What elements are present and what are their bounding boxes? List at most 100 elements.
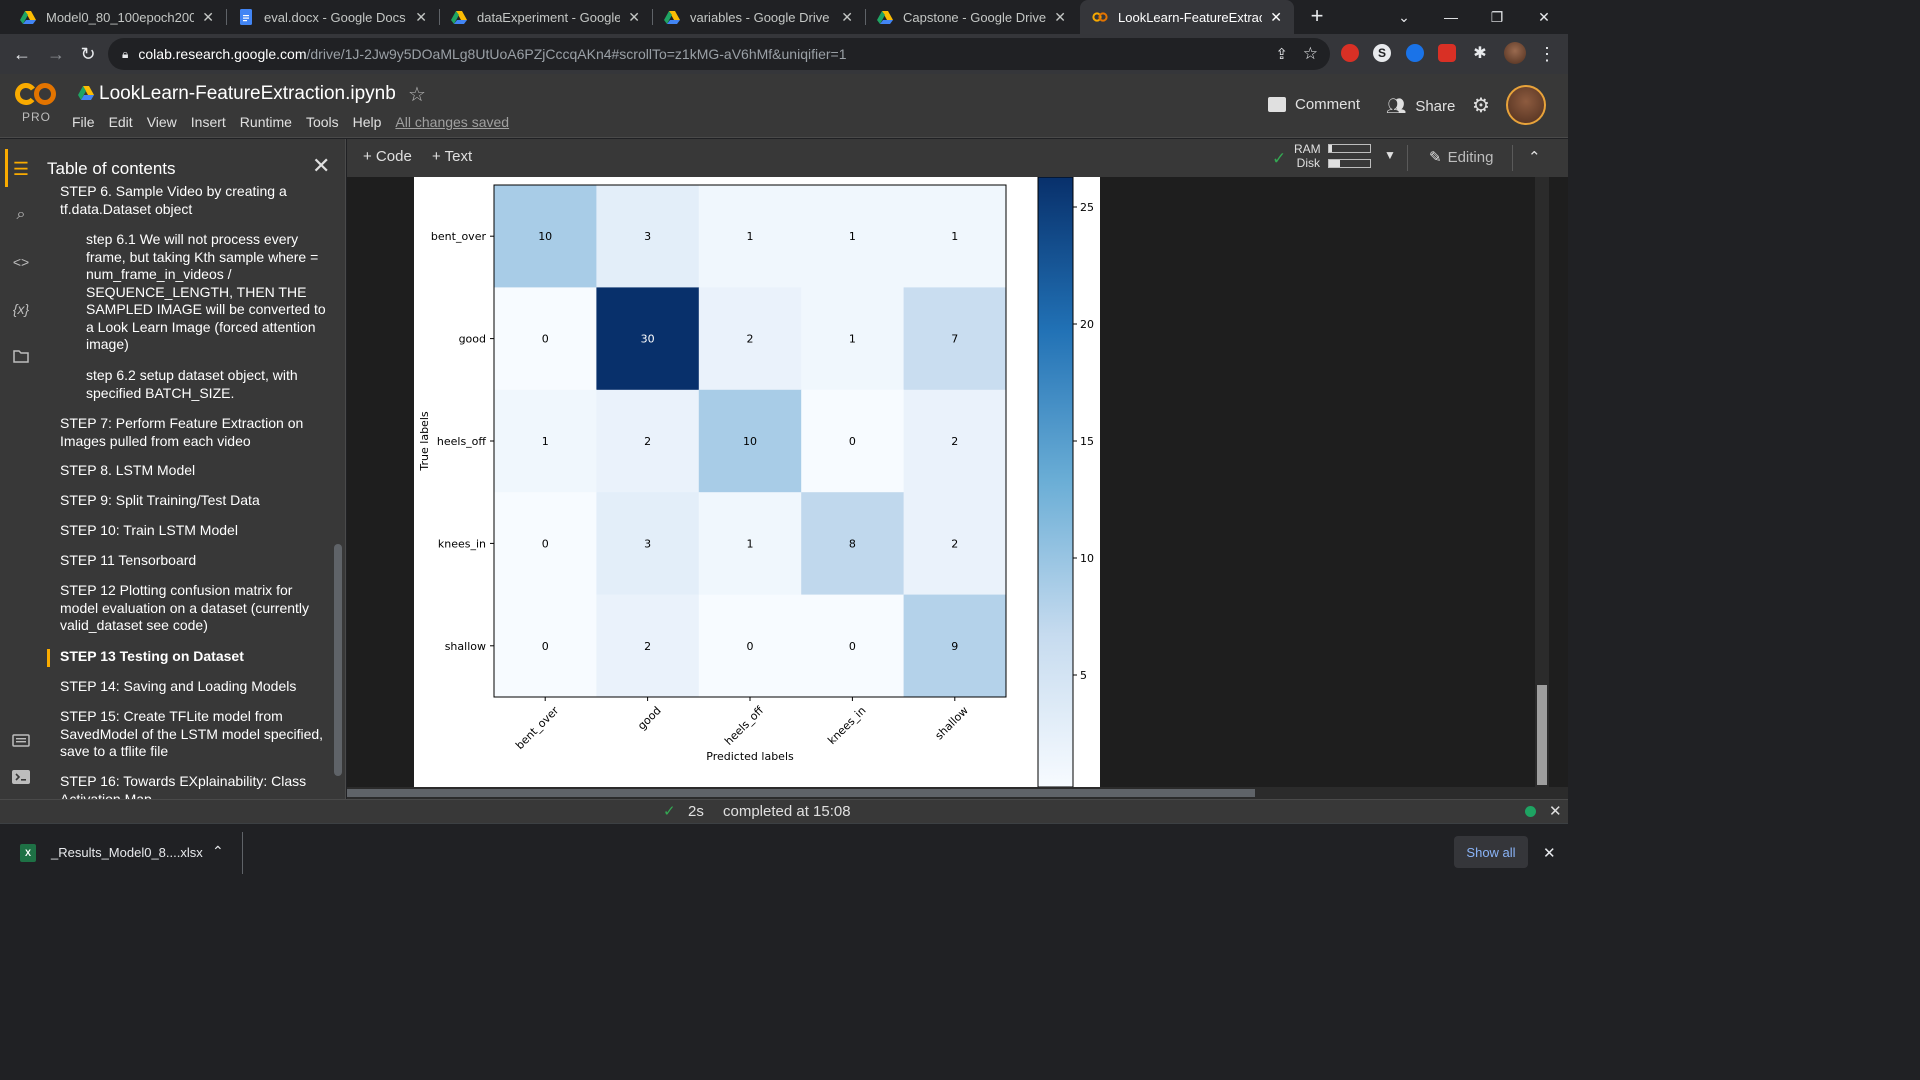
cell-value-label: 2 [644, 640, 651, 653]
pencil-icon: ✎ [1429, 149, 1442, 166]
add-text-button[interactable]: + Text [432, 148, 472, 165]
x-tick-label: shallow [933, 704, 971, 742]
bookmark-star-icon[interactable]: ☆ [1303, 44, 1318, 64]
forward-icon[interactable]: → [42, 40, 70, 68]
google-drive-icon [877, 11, 893, 24]
address-bar[interactable]: 🔒︎ colab.research.google.com/drive/1J-2J… [108, 38, 1330, 70]
share-button[interactable]: 👥︎ Share [1386, 96, 1455, 116]
chevron-up-icon[interactable]: ⌃ [212, 843, 224, 860]
close-icon[interactable]: ✕ [1270, 9, 1282, 26]
toc-item[interactable]: STEP 15: Create TFLite model from SavedM… [60, 708, 330, 761]
reload-icon[interactable]: ↻ [74, 40, 102, 68]
add-code-button[interactable]: + Code [363, 148, 412, 165]
download-file-name[interactable]: _Results_Model0_8....xlsx [51, 845, 203, 860]
s-extension-icon[interactable]: S [1373, 44, 1391, 62]
menu-runtime[interactable]: Runtime [240, 114, 292, 130]
toc-item[interactable]: STEP 8. LSTM Model [60, 462, 330, 480]
toc-item[interactable]: STEP 10: Train LSTM Model [60, 522, 330, 540]
close-icon[interactable]: ✕ [1549, 802, 1562, 820]
menu-tools[interactable]: Tools [306, 114, 339, 130]
x-axis-label: Predicted labels [706, 750, 794, 763]
blue-extension-icon[interactable] [1406, 44, 1424, 62]
cell-value-label: 0 [747, 640, 754, 653]
browser-tab[interactable]: variables - Google Drive ✕ [652, 0, 865, 34]
tab-search-icon[interactable]: ⌄ [1381, 0, 1427, 34]
variables-icon[interactable]: {x} [8, 296, 34, 322]
user-avatar[interactable] [1506, 85, 1546, 125]
browser-menu-icon[interactable]: ⋮ [1533, 40, 1561, 68]
menu-view[interactable]: View [147, 114, 177, 130]
toc-item[interactable]: STEP 7: Perform Feature Extraction on Im… [60, 415, 330, 450]
collapse-chevron-up-icon[interactable]: ⌃ [1528, 148, 1541, 166]
toc-item[interactable]: STEP 12 Plotting confusion matrix for mo… [60, 582, 330, 635]
scrollbar-thumb[interactable] [1537, 685, 1547, 785]
table-of-contents-icon[interactable]: ☰ [8, 156, 34, 182]
command-palette-icon[interactable] [8, 727, 34, 753]
close-icon[interactable]: ✕ [312, 153, 330, 179]
notebook-title[interactable]: LookLearn-FeatureExtraction.ipynb [99, 83, 396, 105]
show-all-button[interactable]: Show all [1454, 836, 1528, 868]
resources-dropdown-icon[interactable]: ▼ [1384, 148, 1396, 162]
cell-value-label: 8 [849, 537, 856, 550]
toc-item[interactable]: STEP 6. Sample Video by creating a tf.da… [60, 183, 330, 218]
menu-insert[interactable]: Insert [191, 114, 226, 130]
save-status[interactable]: All changes saved [395, 114, 509, 130]
files-folder-icon[interactable] [8, 343, 34, 369]
gmail-extension-icon[interactable] [1341, 44, 1359, 62]
toc-item[interactable]: STEP 11 Tensorboard [60, 552, 330, 570]
toc-item[interactable]: step 6.1 We will not process every frame… [86, 231, 330, 354]
settings-gear-icon[interactable]: ⚙ [1472, 93, 1490, 118]
browser-tab-active[interactable]: LookLearn-FeatureExtractio ✕ [1080, 0, 1294, 34]
search-icon[interactable]: ⌕ [8, 202, 34, 228]
toc-item[interactable]: STEP 9: Split Training/Test Data [60, 492, 330, 510]
menu-file[interactable]: File [72, 114, 95, 130]
cell-value-label: 0 [849, 640, 856, 653]
cell-value-label: 1 [747, 230, 754, 243]
editing-label: Editing [1447, 148, 1494, 166]
extensions-puzzle-icon[interactable]: ✱ [1471, 44, 1489, 62]
menu-help[interactable]: Help [353, 114, 382, 130]
restore-icon[interactable]: ❐ [1474, 0, 1520, 34]
tab-title: LookLearn-FeatureExtractio [1118, 9, 1263, 25]
new-tab-button[interactable]: + [1305, 5, 1329, 29]
cell-value-label: 10 [538, 230, 552, 243]
browser-tab[interactable]: dataExperiment - Google D ✕ [439, 0, 652, 34]
back-icon[interactable]: ← [8, 40, 36, 68]
profile-avatar-icon[interactable] [1504, 42, 1526, 64]
disk-usage-bar [1328, 159, 1371, 168]
colab-logo [15, 83, 56, 105]
code-snippets-icon[interactable]: <> [8, 249, 34, 275]
toc-item[interactable]: STEP 14: Saving and Loading Models [60, 678, 330, 696]
menu-edit[interactable]: Edit [109, 114, 133, 130]
close-icon[interactable]: ✕ [1543, 844, 1556, 862]
close-icon[interactable]: ✕ [841, 9, 853, 26]
red-hand-extension-icon[interactable] [1438, 44, 1456, 62]
browser-tab[interactable]: eval.docx - Google Docs ✕ [226, 0, 439, 34]
close-icon[interactable]: ✕ [415, 9, 427, 26]
cell-value-label: 0 [542, 640, 549, 653]
toc-item[interactable]: step 6.2 setup dataset object, with spec… [86, 367, 330, 402]
browser-tab[interactable]: Model0_80_100epoch2000 ✕ [8, 0, 226, 34]
editing-mode-button[interactable]: ✎ Editing [1429, 148, 1494, 167]
close-icon[interactable]: ✕ [202, 9, 214, 26]
toc-item-current[interactable]: STEP 13 Testing on Dataset [60, 648, 330, 666]
share-page-icon[interactable]: ⇪ [1275, 45, 1288, 63]
download-divider [242, 832, 243, 874]
colorbar-tick-label: 10 [1080, 552, 1094, 565]
people-icon: 👥︎ [1386, 98, 1407, 115]
terminal-icon[interactable] [8, 764, 34, 790]
star-icon[interactable]: ☆ [408, 82, 426, 107]
x-tick-labels: bent_over good heels_off knees_in shallow [513, 697, 971, 752]
comment-button[interactable]: Comment [1268, 96, 1360, 113]
browser-tab[interactable]: Capstone - Google Drive ✕ [865, 0, 1078, 34]
notebook-horizontal-scrollbar[interactable] [347, 787, 1568, 799]
cell-value-label: 0 [849, 435, 856, 448]
toc-item[interactable]: STEP 16: Towards EXplainability: Class A… [60, 773, 330, 799]
close-icon[interactable]: ✕ [1054, 9, 1066, 26]
scrollbar-thumb[interactable] [347, 789, 1255, 797]
close-icon[interactable]: ✕ [628, 9, 640, 26]
toc-scrollbar[interactable] [334, 544, 342, 776]
window-close-icon[interactable]: ✕ [1521, 0, 1567, 34]
minimize-icon[interactable]: — [1428, 0, 1474, 34]
notebook-vertical-scrollbar[interactable] [1535, 177, 1549, 787]
